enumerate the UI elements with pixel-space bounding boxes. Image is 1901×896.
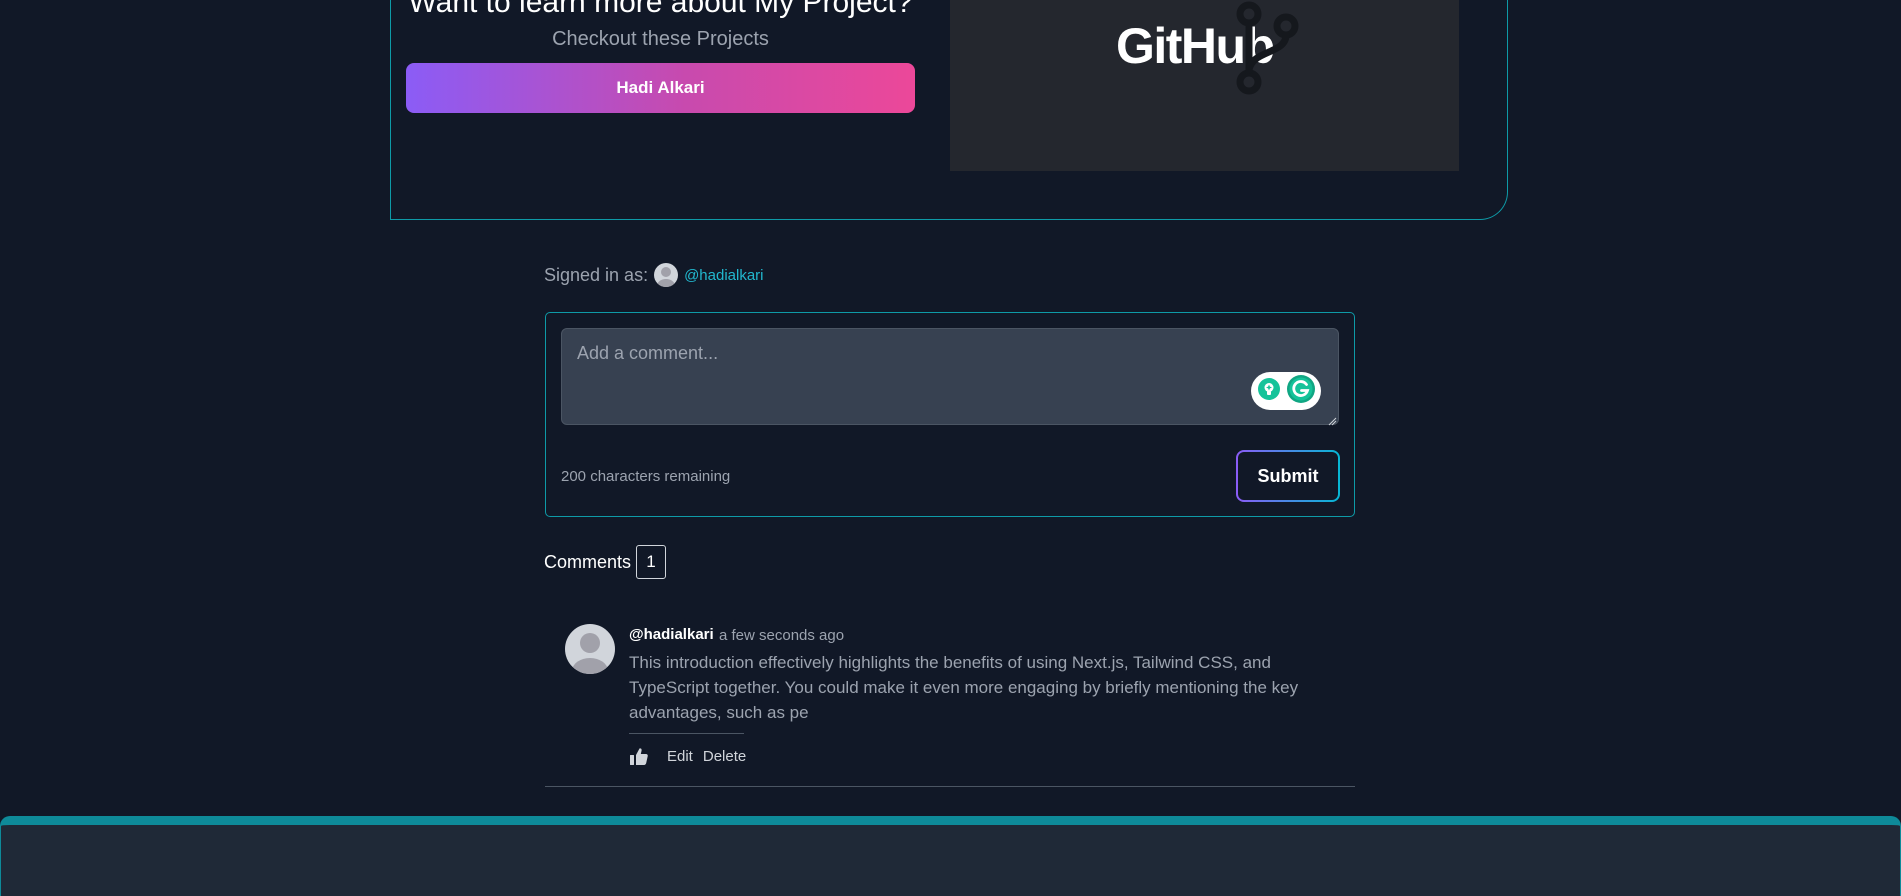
footer bbox=[0, 816, 1901, 896]
user-avatar-icon bbox=[654, 263, 679, 287]
thumbs-up-icon[interactable] bbox=[629, 746, 649, 766]
comment-body: This introduction effectively highlights… bbox=[629, 653, 1299, 722]
promo-subheading: Checkout these Projects bbox=[552, 28, 769, 50]
signed-in-label: Signed in as: bbox=[544, 264, 649, 285]
git-branch-icon bbox=[1234, 0, 1304, 103]
edit-comment-link[interactable]: Edit bbox=[667, 748, 693, 765]
github-image[interactable]: GitHub bbox=[950, 0, 1459, 171]
signed-in-username-link[interactable]: @hadialkari bbox=[684, 267, 763, 284]
comment-author[interactable]: @hadialkari bbox=[629, 626, 714, 643]
comment-divider bbox=[629, 733, 744, 734]
comments-header: Comments 1 bbox=[544, 544, 667, 580]
comment-form: 200 characters remaining Submit bbox=[545, 312, 1355, 517]
signed-in-info: Signed in as: @hadialkari bbox=[544, 262, 764, 288]
comment-input[interactable] bbox=[561, 328, 1339, 425]
comment-timestamp: a few seconds ago bbox=[719, 627, 845, 644]
project-link-button[interactable]: Hadi Alkari bbox=[406, 63, 915, 113]
comments-count-badge: 1 bbox=[636, 545, 667, 579]
grammarly-widget[interactable] bbox=[1251, 372, 1321, 410]
grammarly-icon[interactable] bbox=[1286, 374, 1316, 409]
comments-title: Comments bbox=[544, 551, 632, 572]
comments-divider bbox=[545, 786, 1355, 787]
resize-handle-icon[interactable] bbox=[1327, 413, 1337, 426]
avatar-icon bbox=[565, 624, 615, 674]
lightbulb-icon[interactable] bbox=[1257, 377, 1281, 406]
delete-comment-link[interactable]: Delete bbox=[703, 748, 746, 765]
submit-button[interactable]: Submit bbox=[1236, 450, 1340, 502]
characters-remaining: 200 characters remaining bbox=[561, 468, 731, 485]
promo-heading: Want to learn more about My Project? bbox=[408, 0, 913, 19]
comment-actions: Edit Delete bbox=[629, 745, 746, 767]
